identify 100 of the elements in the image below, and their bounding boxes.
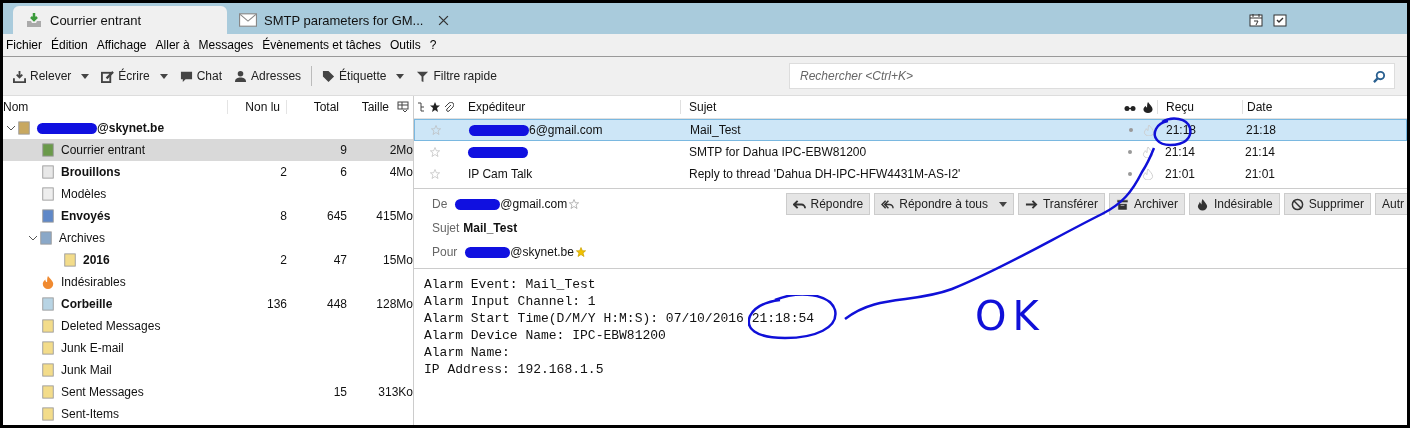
- close-icon[interactable]: [438, 14, 450, 26]
- menu-item[interactable]: Fichier: [6, 38, 42, 52]
- calendar-icon[interactable]: [1249, 13, 1263, 27]
- toolbar-button[interactable]: Filtre rapide: [410, 66, 503, 86]
- star-icon[interactable]: [573, 247, 588, 257]
- column-header[interactable]: Sujet: [680, 100, 1121, 114]
- message-row[interactable]: IP Cam Talk Reply to thread 'Dahua DH-IPC-HFW4431M-AS-I2' 21:01 21:01: [414, 163, 1407, 185]
- action-button[interactable]: Répondre: [785, 193, 871, 215]
- folder-row[interactable]: Courrier entrant 9 2Mo: [3, 139, 413, 161]
- sender: 6@gmail.com: [529, 123, 603, 137]
- toolbar-button[interactable]: Relever: [7, 66, 96, 86]
- toolbar-button[interactable]: Chat: [173, 66, 229, 86]
- column-header[interactable]: Expéditeur: [456, 100, 680, 114]
- folder-icon: [63, 252, 77, 268]
- unread-count: 2: [279, 253, 287, 267]
- sender-address[interactable]: @gmail.com: [500, 197, 568, 211]
- task-list-icon[interactable]: [1273, 13, 1287, 27]
- menu-item[interactable]: Évènements et tâches: [262, 38, 381, 52]
- column-header[interactable]: Non lu: [227, 99, 284, 114]
- menu-item[interactable]: Affichage: [96, 38, 147, 52]
- message-subject: Mail_Test: [463, 221, 518, 235]
- folder-size: 128Mo: [375, 297, 413, 311]
- search-icon: [1373, 69, 1386, 83]
- column-header[interactable]: Nom: [3, 99, 225, 114]
- folder-name: Modèles: [61, 187, 107, 201]
- prohibited-icon: [1290, 197, 1304, 211]
- folder-icon: [39, 230, 53, 246]
- action-button[interactable]: Répondre à tous: [874, 193, 1014, 215]
- read-status-dot[interactable]: [1129, 128, 1133, 132]
- date: 21:14: [1244, 145, 1277, 159]
- redaction-scribble: [37, 122, 97, 134]
- recipient-address[interactable]: @skynet.be: [510, 245, 574, 259]
- star-icon[interactable]: [567, 199, 582, 209]
- folder-row[interactable]: Brouillons 2 6 4Mo: [3, 161, 413, 183]
- menu-item[interactable]: Outils: [390, 38, 421, 52]
- redaction-scribble: [455, 198, 501, 210]
- star-icon[interactable]: [428, 102, 442, 112]
- subject: Mail_Test: [689, 123, 742, 137]
- caret-icon[interactable]: [159, 73, 168, 79]
- toolbar-button[interactable]: Écrire: [95, 66, 174, 86]
- folder-size: 15Mo: [381, 253, 413, 267]
- folder-size: 415Mo: [375, 209, 413, 223]
- column-header[interactable]: Date: [1242, 100, 1407, 114]
- action-button[interactable]: Indésirable: [1188, 193, 1280, 215]
- folder-row[interactable]: Modèles: [3, 183, 413, 205]
- folder-row[interactable]: Sent Messages 15 313Ko: [3, 381, 413, 403]
- action-button[interactable]: Supprimer: [1283, 193, 1371, 215]
- star-icon[interactable]: [429, 125, 443, 135]
- tab[interactable]: SMTP parameters for GM...: [227, 6, 462, 34]
- folder-size: 4Mo: [388, 165, 413, 179]
- menu-item[interactable]: ?: [429, 38, 437, 52]
- caret-icon[interactable]: [396, 73, 405, 79]
- star-icon[interactable]: [428, 147, 442, 157]
- date: 21:18: [1245, 123, 1278, 137]
- folder-row[interactable]: @skynet.be: [3, 117, 413, 139]
- folder-row[interactable]: Indésirables: [3, 271, 413, 293]
- column-picker-icon[interactable]: [397, 100, 409, 113]
- menu-item[interactable]: Messages: [198, 38, 254, 52]
- toolbar-button[interactable]: Étiquette: [316, 66, 411, 86]
- unread-count: 8: [279, 209, 287, 223]
- attachment-icon[interactable]: [442, 102, 456, 112]
- caret-icon[interactable]: [81, 73, 90, 79]
- read-status-dot[interactable]: [1128, 172, 1132, 176]
- filter-icon: [416, 69, 430, 83]
- folder-row[interactable]: 2016 2 47 15Mo: [3, 249, 413, 271]
- folder-name: Archives: [59, 231, 105, 245]
- total-count: 6: [339, 165, 347, 179]
- menu-item[interactable]: Édition: [51, 38, 88, 52]
- message-body-line: Alarm Name:: [424, 345, 510, 362]
- folder-row[interactable]: Corbeille 136 448 128Mo: [3, 293, 413, 315]
- message-row[interactable]: SMTP for Dahua IPC-EBW81200 21:14 21:14: [414, 141, 1407, 163]
- toolbar-button[interactable]: Adresses: [228, 66, 308, 86]
- envelope-icon: [239, 12, 257, 28]
- action-button[interactable]: Archiver: [1108, 193, 1185, 215]
- folder-row[interactable]: Deleted Messages: [3, 315, 413, 337]
- star-icon[interactable]: [428, 169, 442, 179]
- message-body-line: Alarm Device Name: IPC-EBW81200: [424, 328, 666, 345]
- folder-row[interactable]: Envoyés 8 645 415Mo: [3, 205, 413, 227]
- message-body-line: IP Address: 192.168.1.5: [424, 362, 604, 379]
- tab[interactable]: Courrier entrant: [13, 6, 227, 34]
- folder-icon: [41, 318, 55, 334]
- folder-name: Junk E-mail: [61, 341, 124, 355]
- column-header[interactable]: Taille: [343, 99, 389, 114]
- menu-item[interactable]: Aller à: [155, 38, 190, 52]
- caret-icon[interactable]: [999, 201, 1007, 207]
- folder-row[interactable]: Archives: [3, 227, 413, 249]
- column-header[interactable]: Reçu: [1157, 100, 1242, 114]
- read-status-dot[interactable]: [1128, 150, 1132, 154]
- search-field[interactable]: Rechercher <Ctrl+K>: [789, 63, 1395, 89]
- action-button[interactable]: Transférer: [1018, 193, 1105, 215]
- folder-icon: [41, 362, 55, 378]
- chat-icon: [179, 69, 193, 83]
- folder-row[interactable]: Junk E-mail: [3, 337, 413, 359]
- action-button[interactable]: Autr: [1375, 193, 1407, 215]
- folder-row[interactable]: Sent-Items: [3, 403, 413, 425]
- folder-icon: [41, 340, 55, 356]
- field-label: De: [432, 197, 448, 211]
- folder-row[interactable]: Junk Mail: [3, 359, 413, 381]
- download-icon: [13, 69, 26, 83]
- column-header[interactable]: Total: [286, 99, 343, 114]
